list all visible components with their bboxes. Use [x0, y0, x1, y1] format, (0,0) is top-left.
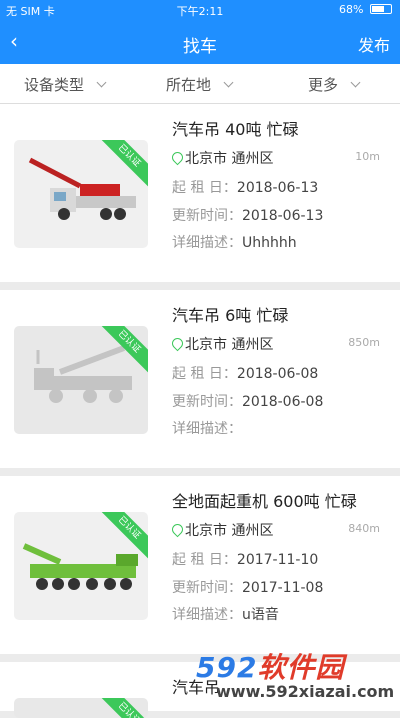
listing-location: 北京市 通州区: [169, 148, 274, 168]
page-title: 找车: [183, 37, 217, 57]
desc-text: Uhhhhh: [242, 235, 297, 251]
filter-label: 更多: [308, 76, 339, 94]
updated-date: 2018-06-08: [242, 394, 324, 410]
updated-row: 更新时间：2017-11-08: [172, 577, 323, 597]
listing-distance: 840m: [348, 522, 380, 535]
filter-bar: 设备类型 所在地 更多: [0, 64, 400, 104]
rent-date-row: 起 租 日：2018-06-13: [172, 177, 318, 197]
updated-row: 更新时间：2018-06-13: [172, 205, 323, 225]
watermark-url: www.592xiazai.com: [216, 682, 395, 701]
watermark-logo-num: 592: [196, 651, 258, 684]
battery-icon: [370, 4, 392, 14]
updated-label: 更新时间：: [172, 208, 242, 224]
battery-percent: 68%: [339, 3, 364, 16]
listing-location: 北京市 通州区: [169, 520, 274, 540]
filter-equipment-type[interactable]: 设备类型: [24, 74, 107, 95]
status-right: 68%: [339, 3, 392, 16]
desc-text: u语音: [242, 607, 279, 623]
listing-distance: 10m: [355, 150, 380, 163]
updated-date: 2017-11-08: [242, 580, 324, 596]
chevron-down-icon: [223, 77, 234, 88]
crane-photo: 已认证: [14, 512, 148, 620]
verified-badge: 已认证: [95, 698, 148, 718]
filter-location[interactable]: 所在地: [166, 74, 234, 95]
location-text: 北京市 通州区: [185, 151, 274, 167]
listing-title: 汽车吊 40吨 忙碌: [172, 120, 299, 139]
location-pin-icon: [169, 521, 186, 538]
location-pin-icon: [169, 335, 186, 352]
rent-label: 起 租 日：: [172, 552, 237, 568]
listing-card[interactable]: 已认证 汽车吊 40吨 忙碌 北京市 通州区 10m 起 租 日：2018-06…: [0, 104, 400, 282]
rent-label: 起 租 日：: [172, 180, 237, 196]
watermark-logo-cn: 软件园: [257, 651, 345, 684]
updated-label: 更新时间：: [172, 394, 242, 410]
status-bar: 无 SIM 卡 下午2:11 68%: [0, 0, 400, 20]
rent-label: 起 租 日：: [172, 366, 237, 382]
desc-label: 详细描述：: [172, 421, 242, 437]
crane-placeholder-image: 已认证: [14, 326, 148, 434]
desc-row: 详细描述：u语音: [172, 604, 279, 624]
listing-title: 全地面起重机 600吨 忙碌: [172, 492, 357, 511]
listing-title: 汽车吊 6吨 忙碌: [172, 306, 289, 325]
filter-more[interactable]: 更多: [308, 74, 361, 95]
location-pin-icon: [169, 149, 186, 166]
watermark-logo: 592软件园: [196, 646, 344, 686]
crane-photo: 已认证: [14, 140, 148, 248]
updated-label: 更新时间：: [172, 580, 242, 596]
rent-date-row: 起 租 日：2017-11-10: [172, 549, 318, 569]
listing-location: 北京市 通州区: [169, 334, 274, 354]
desc-row: 详细描述：Uhhhhh: [172, 232, 297, 252]
rent-date: 2018-06-13: [236, 180, 319, 196]
chevron-down-icon: [350, 77, 361, 88]
desc-label: 详细描述：: [172, 607, 242, 623]
rent-date: 2017-11-10: [236, 552, 319, 568]
crane-photo: 已认证: [14, 698, 148, 718]
updated-date: 2018-06-13: [242, 208, 324, 224]
location-text: 北京市 通州区: [185, 523, 274, 539]
publish-button[interactable]: 发布: [358, 32, 390, 56]
filter-label: 设备类型: [24, 76, 85, 94]
filter-label: 所在地: [166, 76, 212, 94]
listing-distance: 850m: [348, 336, 380, 349]
desc-label: 详细描述：: [172, 235, 242, 251]
watermark: 592软件园 www.592xiazai.com: [196, 640, 400, 711]
listing-card[interactable]: 已认证 全地面起重机 600吨 忙碌 北京市 通州区 840m 起 租 日：20…: [0, 476, 400, 654]
chevron-down-icon: [96, 77, 107, 88]
updated-row: 更新时间：2018-06-08: [172, 391, 323, 411]
listing-card[interactable]: 已认证 汽车吊 6吨 忙碌 北京市 通州区 850m 起 租 日：2018-06…: [0, 290, 400, 468]
desc-row: 详细描述：: [172, 418, 242, 438]
rent-date: 2018-06-08: [236, 366, 319, 382]
location-text: 北京市 通州区: [185, 337, 274, 353]
rent-date-row: 起 租 日：2018-06-08: [172, 363, 318, 383]
nav-bar: ‹ 找车 发布: [0, 20, 400, 64]
